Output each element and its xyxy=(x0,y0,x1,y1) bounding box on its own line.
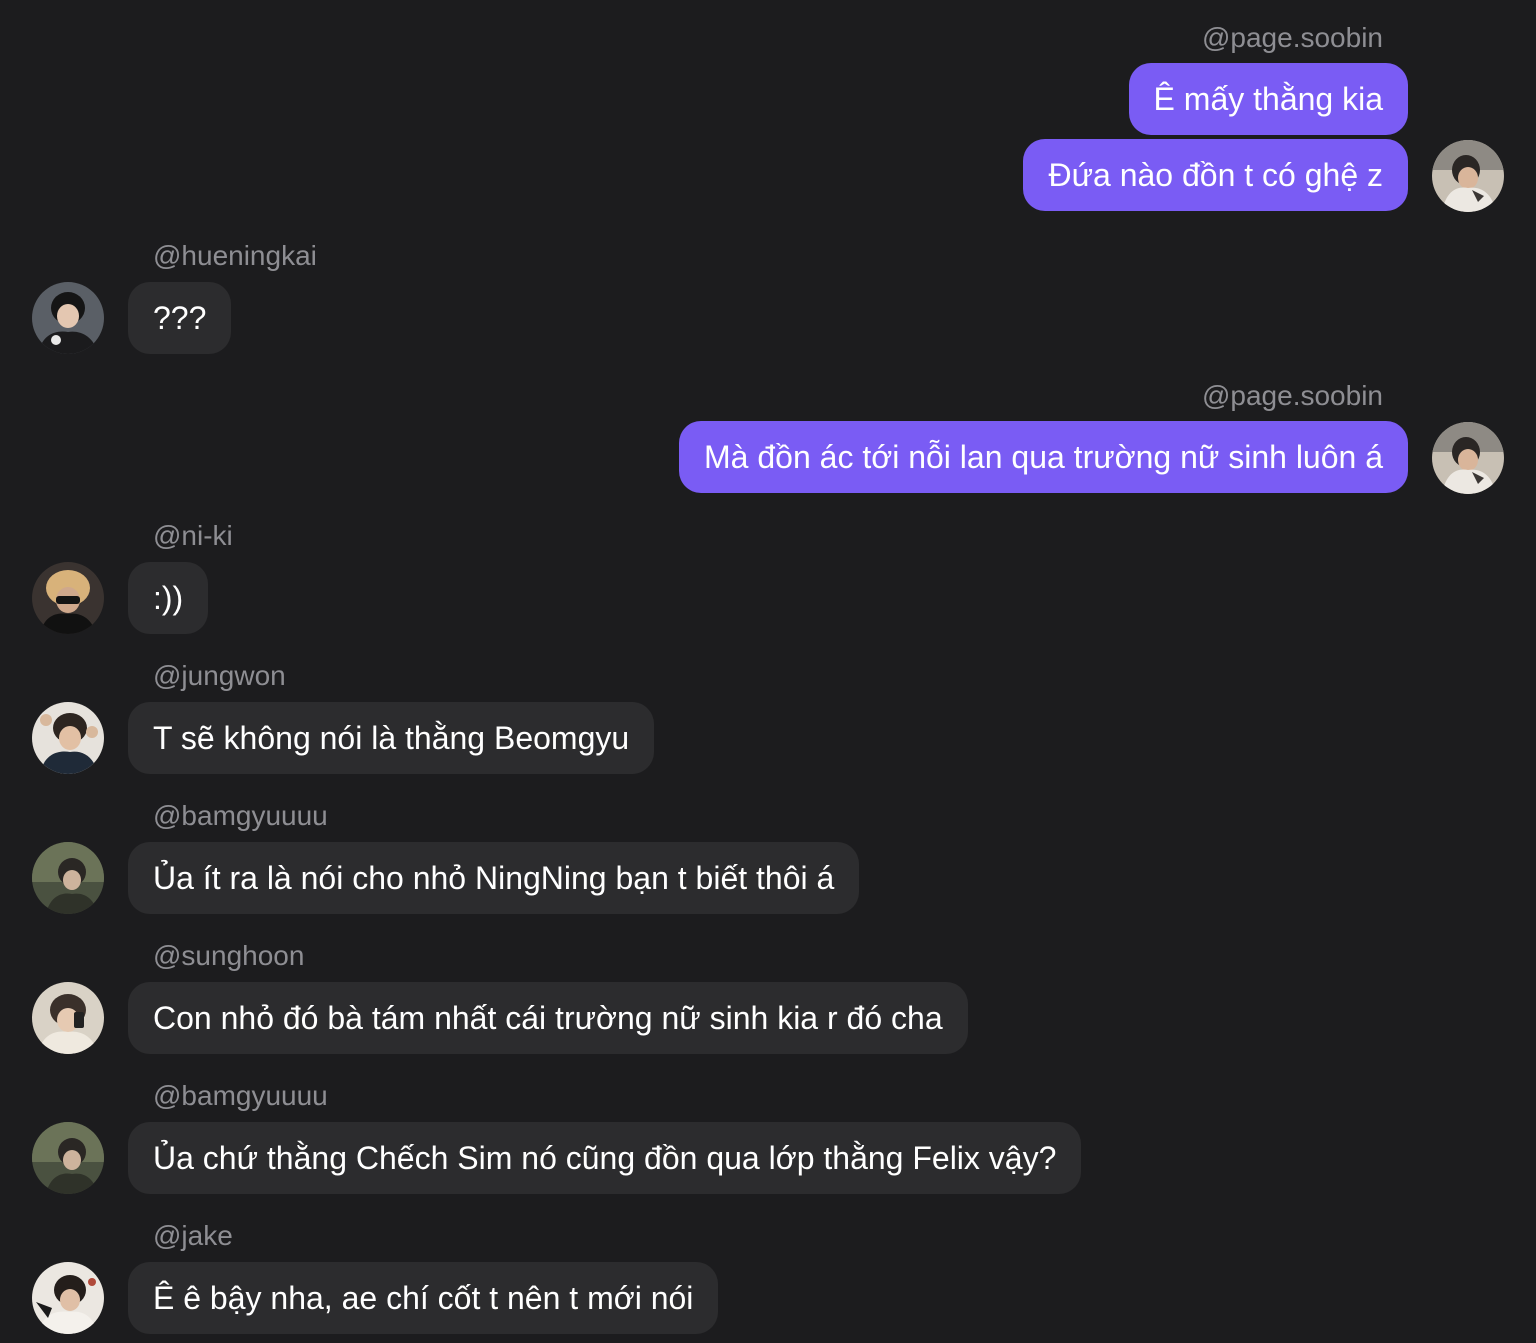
message-bubble[interactable]: T sẽ không nói là thằng Beomgyu xyxy=(128,702,655,774)
message-bubble[interactable]: Mà đồn ác tới nỗi lan qua trường nữ sinh… xyxy=(679,421,1408,493)
avatar-bamgyuuuu[interactable] xyxy=(32,842,104,914)
message-bubble[interactable]: Đứa nào đồn t có ghệ z xyxy=(1023,139,1408,211)
username: @hueningkai xyxy=(153,240,317,271)
chat-thread: @page.soobin Ê mấy thằng kia Đứa nào đồn… xyxy=(0,0,1536,1343)
avatar-sunghoon[interactable] xyxy=(32,982,104,1054)
avatar-hueningkai[interactable] xyxy=(32,282,104,354)
username: @jake xyxy=(153,1220,233,1251)
avatar-page-soobin[interactable] xyxy=(1432,140,1504,212)
username: @page.soobin xyxy=(1201,380,1383,411)
message-bubble[interactable]: Con nhỏ đó bà tám nhất cái trường nữ sin… xyxy=(128,982,968,1054)
avatar-ni-ki[interactable] xyxy=(32,562,104,634)
username: @ni-ki xyxy=(153,520,233,551)
message-bubble[interactable]: Ủa chứ thằng Chếch Sim nó cũng đồn qua l… xyxy=(128,1122,1082,1194)
username: @page.soobin xyxy=(1201,22,1383,53)
message-bubble[interactable]: Ê ê bậy nha, ae chí cốt t nên t mới nói xyxy=(128,1262,719,1334)
username: @bamgyuuuu xyxy=(153,1080,328,1111)
message-bubble[interactable]: Ủa ít ra là nói cho nhỏ NingNing bạn t b… xyxy=(128,842,860,914)
message-bubble[interactable]: ??? xyxy=(128,282,232,354)
username: @jungwon xyxy=(153,660,286,691)
avatar-bamgyuuuu[interactable] xyxy=(32,1122,104,1194)
avatar-page-soobin[interactable] xyxy=(1432,422,1504,494)
avatar-jungwon[interactable] xyxy=(32,702,104,774)
avatar-jake[interactable] xyxy=(32,1262,104,1334)
username: @sunghoon xyxy=(153,940,305,971)
message-bubble[interactable]: Ê mấy thằng kia xyxy=(1128,63,1408,135)
message-bubble[interactable]: :)) xyxy=(128,562,209,634)
username: @bamgyuuuu xyxy=(153,800,328,831)
